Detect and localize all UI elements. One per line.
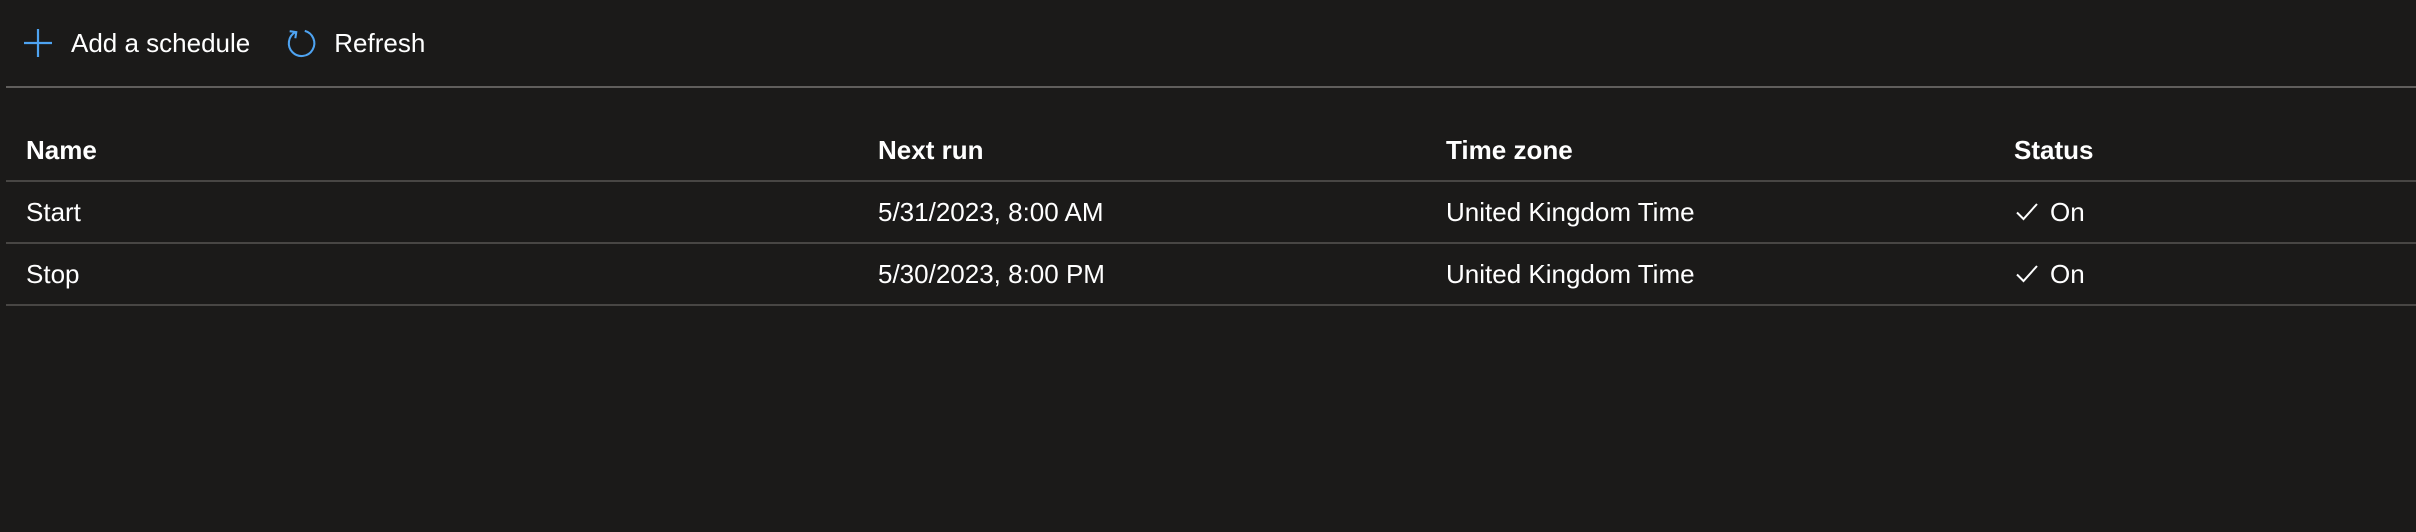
- schedule-name[interactable]: Start: [6, 197, 858, 228]
- time-zone-value: United Kingdom Time: [1446, 258, 1695, 289]
- checkmark-icon: [2014, 199, 2040, 225]
- command-bar: Add a schedule Refresh: [6, 0, 2416, 88]
- schedule-name[interactable]: Stop: [6, 259, 858, 290]
- next-run-value: 5/31/2023, 8:00 AM: [878, 196, 1104, 227]
- table-header-row: Name Next run Time zone Status: [6, 120, 2416, 182]
- table-row[interactable]: Stop 5/30/2023, 8:00 PM United Kingdom T…: [6, 244, 2416, 306]
- plus-icon: [21, 26, 55, 60]
- add-schedule-button[interactable]: Add a schedule: [6, 13, 260, 73]
- column-header-next-run[interactable]: Next run: [858, 135, 1426, 166]
- column-header-name[interactable]: Name: [6, 135, 858, 166]
- status-cell: On: [1994, 197, 2416, 228]
- refresh-label: Refresh: [334, 27, 426, 58]
- checkmark-icon: [2014, 261, 2040, 287]
- status-cell: On: [1994, 259, 2416, 290]
- refresh-button[interactable]: Refresh: [274, 13, 435, 73]
- next-run-value: 5/30/2023, 8:00 PM: [878, 258, 1105, 289]
- column-header-time-zone[interactable]: Time zone: [1426, 135, 1994, 166]
- schedules-table: Name Next run Time zone Status Start 5/3…: [6, 120, 2416, 306]
- status-value: On: [2050, 258, 2085, 289]
- refresh-icon: [284, 26, 318, 60]
- column-header-status[interactable]: Status: [1994, 135, 2416, 166]
- time-zone-value: United Kingdom Time: [1446, 196, 1695, 227]
- table-row[interactable]: Start 5/31/2023, 8:00 AM United Kingdom …: [6, 182, 2416, 244]
- add-schedule-label: Add a schedule: [71, 27, 251, 58]
- status-value: On: [2050, 196, 2085, 227]
